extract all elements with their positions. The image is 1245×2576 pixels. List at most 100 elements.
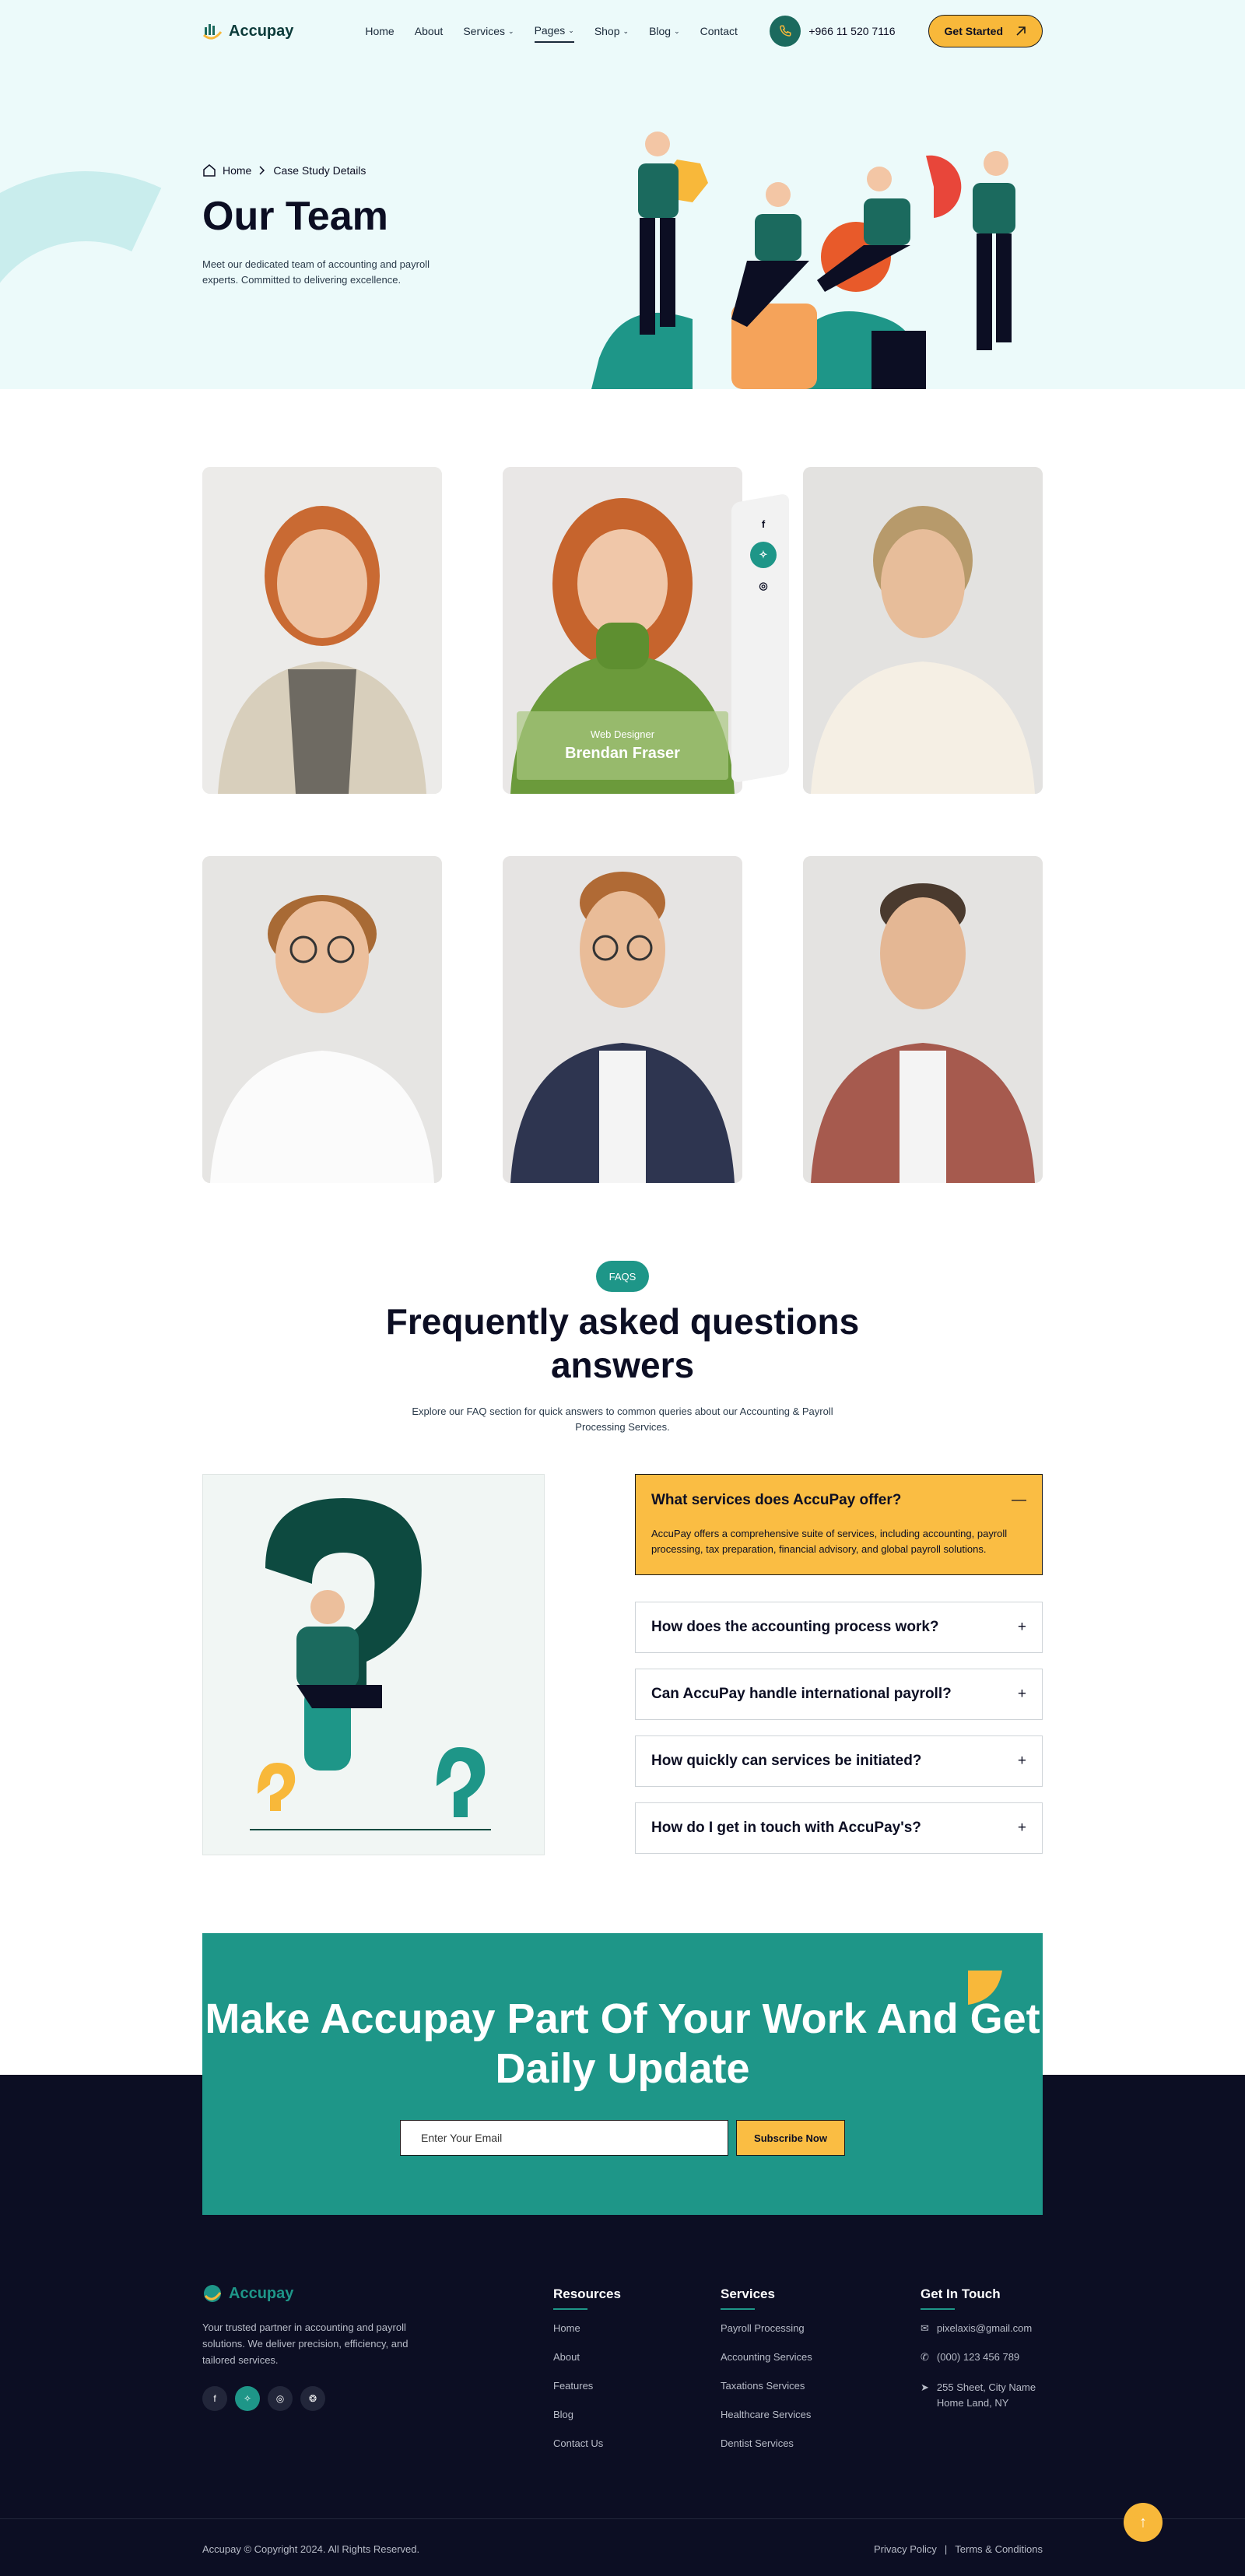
page-title: Our Team xyxy=(202,194,388,239)
instagram-icon[interactable]: ◎ xyxy=(750,573,777,599)
get-started-button[interactable]: Get Started xyxy=(928,15,1043,47)
breadcrumb-home[interactable]: Home xyxy=(223,164,251,177)
scroll-to-top-button[interactable]: ↑ xyxy=(1124,2503,1163,2542)
email-text: pixelaxis@gmail.com xyxy=(936,2322,1033,2334)
chevron-down-icon: ⌄ xyxy=(622,26,630,35)
get-started-label: Get Started xyxy=(944,25,1003,37)
member-role: Web Designer xyxy=(590,728,655,740)
email-input[interactable]: Enter Your Email xyxy=(400,2120,728,2156)
nav-home[interactable]: Home xyxy=(365,19,394,43)
dribbble-icon[interactable]: ❂ xyxy=(300,2386,325,2411)
brand-name: Accupay xyxy=(229,22,294,40)
newsletter-box: Make Accupay Part Of Your Work And Get D… xyxy=(202,1933,1043,2215)
breadcrumb: Home Case Study Details xyxy=(202,163,366,177)
footer-phone[interactable]: ✆ (000) 123 456 789 xyxy=(921,2351,1045,2380)
phone-icon xyxy=(770,16,801,47)
faq-item[interactable]: How quickly can services be initiated? + xyxy=(635,1735,1043,1787)
faq-item[interactable]: Can AccuPay handle international payroll… xyxy=(635,1669,1043,1720)
phone-contact[interactable]: +966 11 520 7116 xyxy=(770,16,896,47)
subscribe-button[interactable]: Subscribe Now xyxy=(736,2120,845,2156)
plus-icon: + xyxy=(1017,1820,1026,1836)
decorative-arc xyxy=(0,121,315,389)
faq-question: How does the accounting process work? xyxy=(651,1619,939,1635)
faq-question: What services does AccuPay offer? xyxy=(651,1492,902,1508)
privacy-link[interactable]: Privacy Policy xyxy=(874,2543,937,2555)
team-member-card[interactable] xyxy=(202,856,442,1183)
facebook-icon[interactable]: f xyxy=(750,511,777,537)
instagram-icon[interactable]: ◎ xyxy=(268,2386,293,2411)
plus-icon: + xyxy=(1017,1753,1026,1769)
nav-label: Home xyxy=(365,25,395,37)
footer-resources: Resources Home About Features Blog Conta… xyxy=(553,2286,621,2466)
mail-icon: ✉ xyxy=(921,2322,929,2334)
faq-question: Can AccuPay handle international payroll… xyxy=(651,1686,952,1702)
brand-logo[interactable]: Accupay xyxy=(202,21,293,41)
footer-link[interactable]: Accounting Services xyxy=(721,2351,812,2380)
footer-services: Services Payroll Processing Accounting S… xyxy=(721,2286,812,2466)
footer-brand: Accupay xyxy=(229,2284,294,2302)
faq-item[interactable]: How do I get in touch with AccuPay's? + xyxy=(635,1802,1043,1854)
top-nav: Accupay Home About Services ⌄ Pages ⌄ Shop… xyxy=(202,14,1043,48)
footer-email[interactable]: ✉ pixelaxis@gmail.com xyxy=(921,2322,1045,2351)
newsletter-title: Make Accupay Part Of Your Work And Get D… xyxy=(205,1995,1040,2092)
footer-link[interactable]: Home xyxy=(553,2322,621,2351)
footer-divider xyxy=(0,2518,1245,2519)
team-member-photo xyxy=(803,467,1043,794)
legal-links: Privacy Policy | Terms & Conditions xyxy=(874,2543,1043,2555)
nav-label: Services xyxy=(463,25,506,37)
nav-label: Shop xyxy=(594,25,620,37)
team-illustration xyxy=(591,132,1015,389)
footer-link[interactable]: Blog xyxy=(553,2409,621,2437)
footer-address: ➤ 255 Sheet, City Name Home Land, NY xyxy=(921,2380,1045,2411)
terms-link[interactable]: Terms & Conditions xyxy=(955,2543,1043,2555)
nav-shop[interactable]: Shop ⌄ xyxy=(594,19,629,43)
member-name: Brendan Fraser xyxy=(565,745,680,762)
address-text: 255 Sheet, City Name Home Land, NY xyxy=(936,2381,1036,2409)
nav-label: About xyxy=(414,25,444,37)
team-member-card[interactable] xyxy=(503,856,742,1183)
footer-link[interactable]: Payroll Processing xyxy=(721,2322,812,2351)
nav-label: Blog xyxy=(649,25,672,37)
member-overlay: Web Designer Brendan Fraser xyxy=(517,711,728,780)
team-member-card[interactable] xyxy=(202,467,442,794)
page: Accupay Home About Services ⌄ Pages ⌄ Shop… xyxy=(0,0,1245,2576)
legal-separator: | xyxy=(944,2543,948,2555)
nav-about[interactable]: About xyxy=(415,19,444,43)
arrow-up-right-icon xyxy=(1016,26,1026,36)
footer-link[interactable]: Contact Us xyxy=(553,2437,621,2466)
team-member-photo xyxy=(202,856,442,1183)
twitter-icon[interactable]: ✧ xyxy=(750,542,777,568)
nav-pages[interactable]: Pages ⌄ xyxy=(534,19,574,43)
footer-logo[interactable]: Accupay xyxy=(202,2283,293,2304)
footer-col-title: Resources xyxy=(553,2286,621,2301)
chevron-right-icon xyxy=(259,166,265,175)
faq-item-open[interactable]: What services does AccuPay offer? — AccuP… xyxy=(635,1474,1043,1575)
footer-link[interactable]: Dentist Services xyxy=(721,2437,812,2466)
nav-label: Pages xyxy=(534,24,566,37)
team-member-card[interactable] xyxy=(803,467,1043,794)
faq-illustration xyxy=(202,1474,545,1855)
faq-title: Frequently asked questions answers xyxy=(385,1301,860,1385)
team-member-card[interactable] xyxy=(803,856,1043,1183)
twitter-icon[interactable]: ✧ xyxy=(235,2386,260,2411)
nav-blog[interactable]: Blog ⌄ xyxy=(649,19,680,43)
facebook-icon[interactable]: f xyxy=(202,2386,227,2411)
hero-section: Accupay Home About Services ⌄ Pages ⌄ Shop… xyxy=(0,0,1245,389)
chevron-down-icon: ⌄ xyxy=(568,26,574,34)
nav-contact[interactable]: Contact xyxy=(700,19,738,43)
team-member-photo xyxy=(503,856,742,1183)
footer-link[interactable]: About xyxy=(553,2351,621,2380)
footer-link[interactable]: Features xyxy=(553,2380,621,2409)
footer-col-title: Get In Touch xyxy=(921,2286,1001,2301)
footer-link[interactable]: Healthcare Services xyxy=(721,2409,812,2437)
faq-item[interactable]: How does the accounting process work? + xyxy=(635,1602,1043,1653)
footer-link[interactable]: Taxations Services xyxy=(721,2380,812,2409)
nav-services[interactable]: Services ⌄ xyxy=(463,19,514,43)
footer-description: Your trusted partner in accounting and p… xyxy=(202,2322,409,2366)
nav-links: Home About Services ⌄ Pages ⌄ Shop ⌄ Blog ⌄ … xyxy=(365,19,738,43)
faq-subtitle: Explore our FAQ section for quick answer… xyxy=(412,1406,833,1433)
question-man-illustration xyxy=(250,1498,491,1830)
faq-badge: FAQS xyxy=(596,1261,649,1292)
footer-social: f ✧ ◎ ❂ xyxy=(202,2386,325,2411)
footer-contact: Get In Touch ✉ pixelaxis@gmail.com ✆ (000)… xyxy=(921,2286,1045,2411)
